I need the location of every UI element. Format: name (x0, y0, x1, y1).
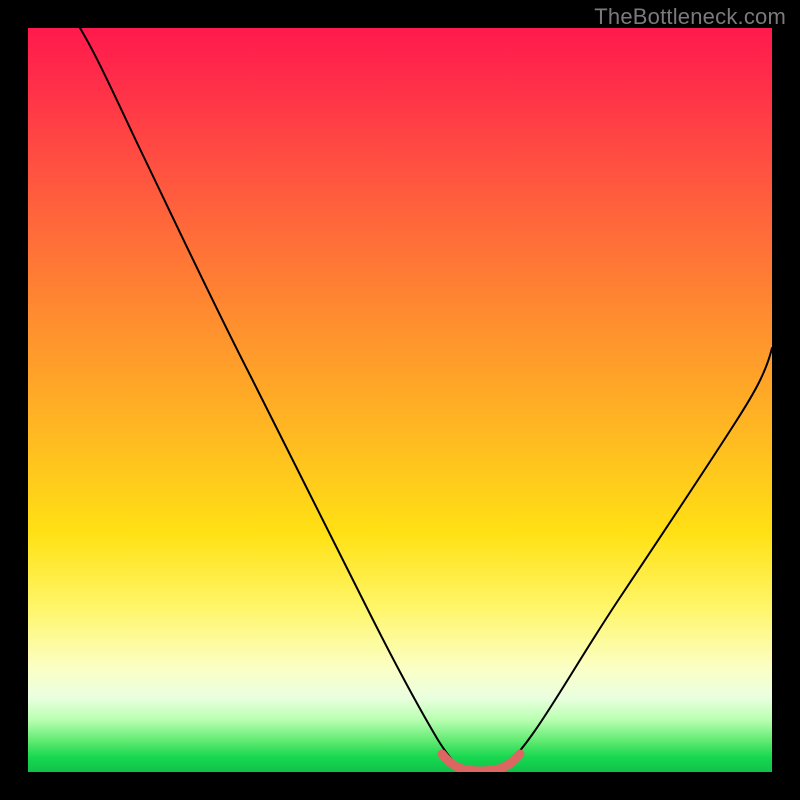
plot-area (28, 28, 772, 772)
curve-right-branch (497, 348, 772, 772)
curve-left-branch (80, 28, 467, 772)
curve-layer (28, 28, 772, 772)
valley-highlight (442, 754, 520, 771)
chart-frame: TheBottleneck.com (0, 0, 800, 800)
watermark-label: TheBottleneck.com (594, 4, 786, 30)
